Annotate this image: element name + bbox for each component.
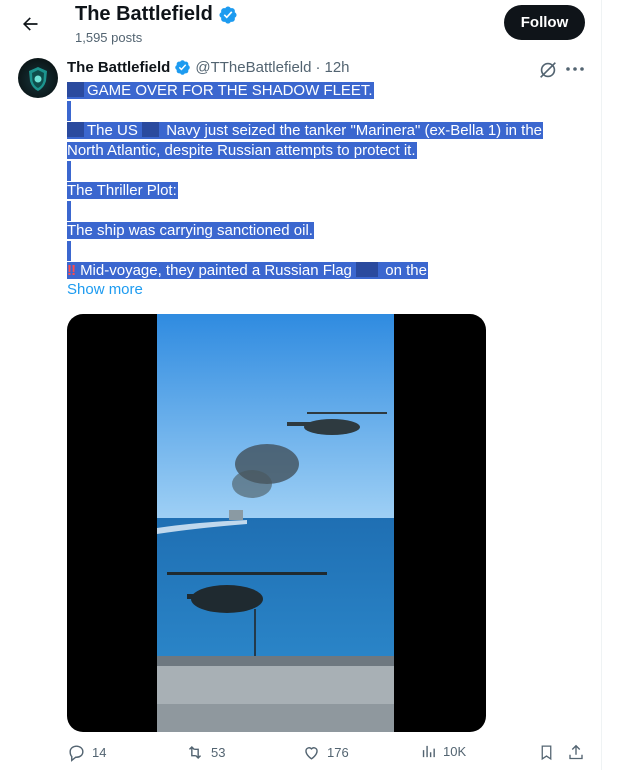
more-options-icon[interactable] bbox=[563, 58, 587, 80]
selection-gap bbox=[67, 101, 71, 121]
follow-button[interactable]: Follow bbox=[504, 5, 585, 40]
text-line: North Atlantic, despite Russian attempts… bbox=[67, 142, 417, 159]
reply-count: 14 bbox=[92, 745, 107, 760]
text-line: ‼ Mid-voyage, they painted a Russian Flag… bbox=[67, 262, 428, 279]
avatar[interactable] bbox=[18, 58, 58, 98]
author-name[interactable]: The Battlefield bbox=[67, 59, 170, 76]
text-line: GAME OVER FOR THE SHADOW FLEET. bbox=[67, 81, 374, 101]
verified-badge-icon bbox=[219, 5, 237, 24]
share-button[interactable] bbox=[567, 743, 585, 762]
shield-logo-icon bbox=[29, 67, 47, 91]
share-icon bbox=[569, 744, 583, 760]
verified-badge-icon bbox=[174, 59, 191, 76]
profile-name: The Battlefield bbox=[75, 3, 213, 25]
skull-emoji-icon bbox=[67, 82, 84, 97]
repost-count: 53 bbox=[211, 745, 226, 760]
grok-icon[interactable] bbox=[537, 59, 559, 81]
heart-icon bbox=[305, 747, 318, 760]
video-frame bbox=[157, 314, 394, 732]
text-line: The ship was carrying sanctioned oil. bbox=[67, 222, 314, 239]
text-line: The Thriller Plot: bbox=[67, 182, 178, 199]
text-line: The US Navy just seized the tanker "Mari… bbox=[67, 121, 544, 141]
russian-flag-emoji-icon bbox=[356, 262, 379, 277]
selection-gap bbox=[67, 241, 71, 261]
arrow-left-icon bbox=[23, 17, 38, 31]
selection-gap bbox=[67, 161, 71, 181]
profile-header-title: The Battlefield bbox=[75, 3, 238, 26]
like-button[interactable]: 176 bbox=[302, 743, 349, 762]
bookmark-icon bbox=[541, 745, 552, 761]
tweet-video[interactable] bbox=[67, 314, 486, 732]
reply-button[interactable]: 14 bbox=[67, 743, 106, 762]
views-button[interactable]: 10K bbox=[420, 743, 466, 760]
views-icon bbox=[422, 745, 435, 758]
post-count: 1,595 posts bbox=[75, 30, 143, 45]
view-count: 10K bbox=[443, 744, 467, 759]
dot-separator: · bbox=[315, 59, 321, 76]
like-count: 176 bbox=[327, 745, 349, 760]
selection-gap bbox=[67, 201, 71, 221]
tweet-time[interactable]: 12h bbox=[324, 59, 349, 76]
bookmark-button[interactable] bbox=[538, 743, 555, 762]
back-button[interactable] bbox=[14, 8, 46, 40]
show-more-link[interactable]: Show more bbox=[67, 281, 143, 298]
repost-button[interactable]: 53 bbox=[185, 743, 225, 762]
author-handle[interactable]: @TTheBattlefield bbox=[195, 59, 311, 76]
column-border bbox=[601, 0, 602, 770]
double-exclamation-emoji-icon: ‼ bbox=[67, 262, 77, 279]
repost-icon bbox=[188, 745, 202, 760]
pin-emoji-icon bbox=[67, 122, 84, 137]
tweet-header: The Battlefield @TTheBattlefield · 12h bbox=[67, 59, 350, 76]
reply-icon bbox=[69, 745, 84, 762]
us-flag-emoji-icon bbox=[142, 122, 160, 137]
